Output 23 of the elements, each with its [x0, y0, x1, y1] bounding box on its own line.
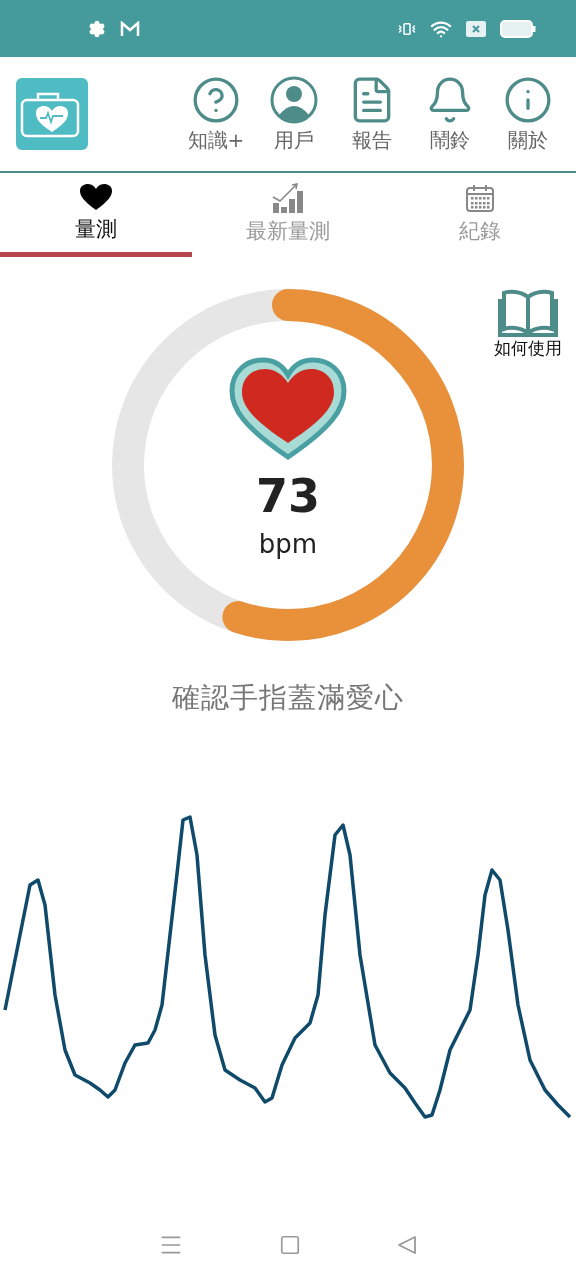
instruction-text: 確認手指蓋滿愛心	[171, 680, 405, 716]
heart-icon	[229, 357, 347, 461]
user-icon	[269, 74, 319, 125]
heart-rate-value: 73	[256, 469, 320, 523]
back-icon[interactable]	[396, 1234, 419, 1256]
battery-icon	[500, 19, 536, 38]
menu-button[interactable]: 知識+	[184, 74, 248, 154]
menu-button[interactable]: 關於	[496, 74, 560, 154]
sim-card-icon	[466, 20, 486, 37]
menu-button[interactable]: 報告	[340, 74, 404, 154]
app-logo	[16, 78, 88, 150]
settings-icon	[88, 19, 106, 38]
tab[interactable]: 量測	[0, 173, 192, 257]
menu-button[interactable]: 鬧鈴	[418, 74, 482, 154]
calendar-icon	[465, 183, 495, 213]
heart-rate-unit: bpm	[258, 529, 318, 559]
mail-icon	[120, 20, 140, 37]
heart-icon	[79, 183, 113, 211]
home-icon[interactable]	[279, 1234, 301, 1256]
menu-button[interactable]: 用戶	[262, 74, 326, 154]
bar-chart-icon	[272, 183, 304, 213]
how-to-use-button[interactable]: 如何使用	[494, 289, 562, 360]
book-icon	[498, 289, 558, 337]
